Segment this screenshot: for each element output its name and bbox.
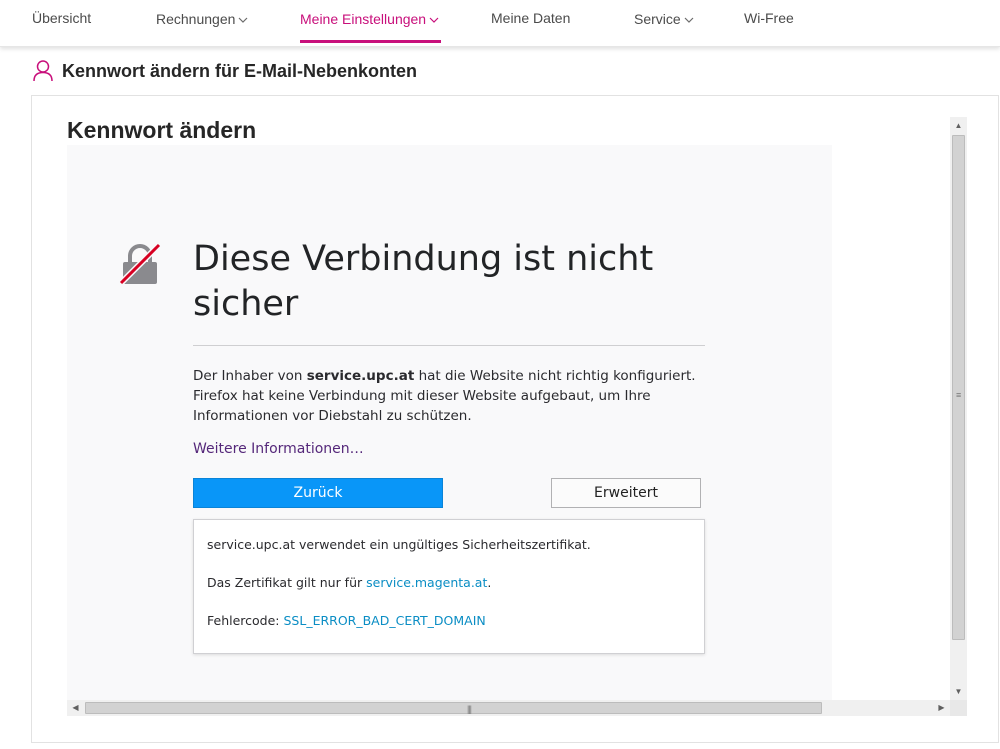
invalid-certificate-text: service.upc.at verwendet ein ungültiges … (207, 537, 591, 552)
top-navigation: Übersicht Rechnungen Meine Einstellungen… (0, 0, 1000, 47)
nav-item-service[interactable]: Service (634, 0, 694, 43)
section-title: Kennwort ändern (67, 117, 257, 143)
embedded-frame: Diese Verbindung ist nicht sicher Der In… (67, 145, 950, 700)
divider (193, 345, 705, 346)
horizontal-scrollbar[interactable]: ◀ ||| ▶ (67, 700, 950, 716)
more-info-link[interactable]: Weitere Informationen… (193, 441, 364, 457)
page-heading: Kennwort ändern für E-Mail-Nebenkonten (32, 57, 417, 85)
page-title: Kennwort ändern für E-Mail-Nebenkonten (62, 60, 418, 81)
error-code: Fehlercode: SSL_ERROR_BAD_CERT_DOMAIN (207, 613, 486, 628)
scrollbar-corner (950, 700, 967, 716)
scroll-left-arrow-icon[interactable]: ◀ (67, 700, 84, 716)
scroll-right-arrow-icon[interactable]: ▶ (933, 700, 950, 716)
error-code-link[interactable]: SSL_ERROR_BAD_CERT_DOMAIN (283, 613, 485, 628)
nav-item-meine-daten[interactable]: Meine Daten (491, 0, 570, 43)
nav-item-label: Wi-Free (744, 10, 794, 26)
label-text: Fehlercode: (207, 613, 284, 628)
error-description: Der Inhaber von service.upc.at hat die W… (193, 366, 713, 426)
user-icon (32, 59, 54, 83)
chevron-down-icon (238, 0, 248, 36)
active-tab-indicator (300, 40, 441, 43)
nav-item-ubersicht[interactable]: Übersicht (32, 0, 91, 43)
grip-icon: ||| (467, 704, 472, 714)
nav-item-label: Rechnungen (156, 11, 236, 27)
nav-item-label: Meine Einstellungen (300, 11, 427, 27)
scroll-up-arrow-icon[interactable]: ▲ (950, 117, 967, 134)
label-text: Das Zertifikat gilt nur für (207, 575, 367, 590)
label-text: . (487, 575, 492, 590)
description-host: service.upc.at (306, 368, 415, 384)
chevron-down-icon (684, 0, 694, 36)
chevron-down-icon (429, 0, 439, 36)
nav-item-label: Service (634, 11, 681, 27)
back-button[interactable]: Zurück (193, 478, 443, 508)
advanced-button[interactable]: Erweitert (551, 478, 701, 508)
description-text: Der Inhaber von (193, 368, 307, 384)
nav-item-wi-free[interactable]: Wi-Free (744, 0, 794, 43)
certificate-error-page: Diese Verbindung ist nicht sicher Der In… (67, 145, 832, 700)
nav-item-label: Meine Daten (491, 10, 571, 26)
vertical-scroll-thumb[interactable]: ≡ (952, 135, 965, 640)
nav-item-rechnungen[interactable]: Rechnungen (156, 0, 248, 43)
horizontal-scroll-thumb[interactable]: ||| (85, 702, 822, 714)
error-title: Diese Verbindung ist nicht sicher (193, 239, 654, 324)
broken-lock-icon (118, 242, 162, 286)
vertical-scrollbar[interactable]: ▲ ≡ ▼ (950, 117, 967, 700)
scroll-down-arrow-icon[interactable]: ▼ (950, 683, 967, 700)
nav-item-label: Übersicht (32, 10, 92, 26)
grip-icon: ≡ (956, 390, 962, 400)
certificate-valid-for: Das Zertifikat gilt nur für service.mage… (207, 575, 491, 590)
nav-item-meine-einstellungen[interactable]: Meine Einstellungen (300, 0, 441, 43)
certificate-domain-link[interactable]: service.magenta.at (366, 575, 487, 590)
advanced-details-panel: service.upc.at verwendet ein ungültiges … (193, 519, 705, 654)
